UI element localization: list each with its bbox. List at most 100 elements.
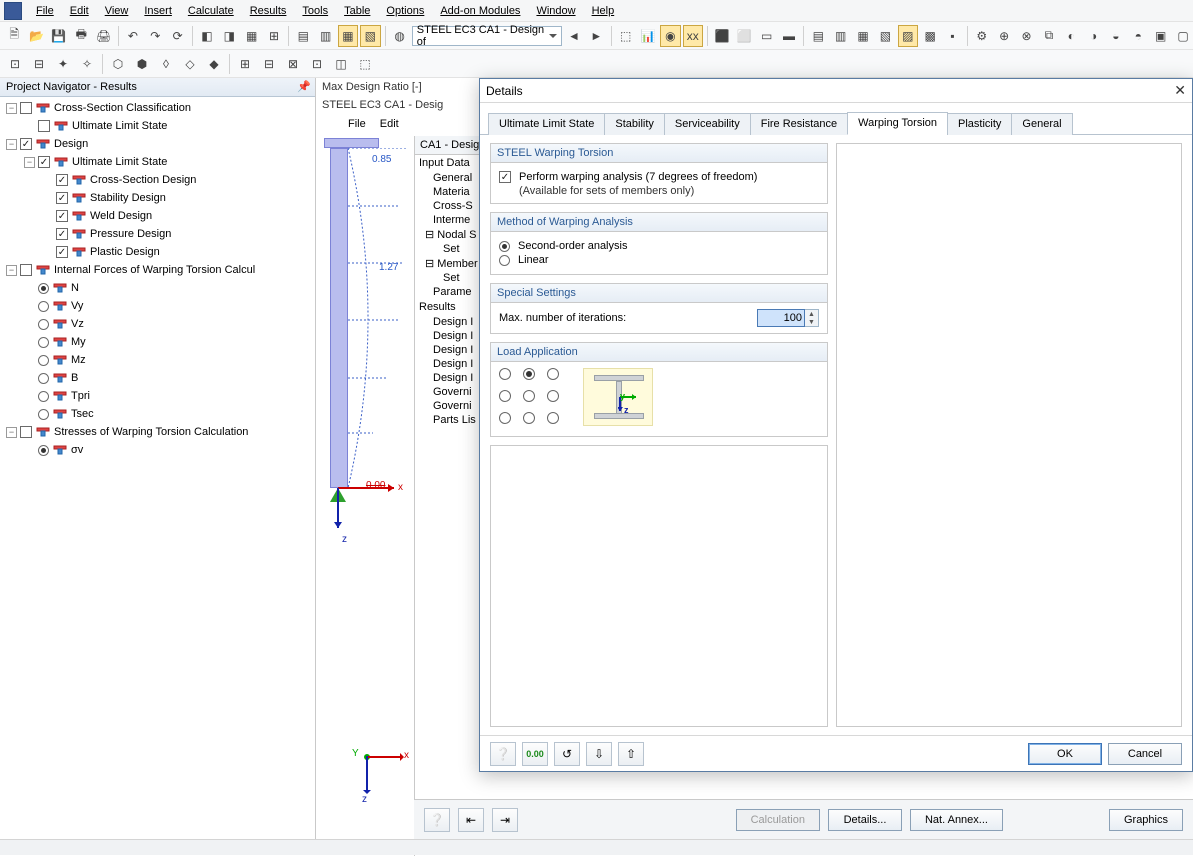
tree-row[interactable]: N — [2, 279, 315, 297]
checkbox-icon[interactable] — [20, 138, 32, 150]
tb-icon[interactable]: ▥ — [315, 25, 335, 47]
menu-addon[interactable]: Add-on Modules — [432, 3, 528, 19]
tb-icon[interactable]: ▢ — [1173, 25, 1193, 47]
gmenu-edit[interactable]: Edit — [374, 116, 405, 132]
units-icon[interactable]: 0.00 — [522, 742, 548, 766]
tb-icon[interactable]: ◓ — [1128, 25, 1148, 47]
tb-icon[interactable]: ▣ — [1150, 25, 1170, 47]
tab-warping-torsion[interactable]: Warping Torsion — [847, 112, 948, 135]
tree-row[interactable]: Mz — [2, 351, 315, 369]
collapse-icon[interactable]: − — [6, 427, 17, 438]
tb-icon[interactable]: ✦ — [52, 53, 74, 75]
checkbox-icon[interactable] — [38, 120, 50, 132]
help-icon[interactable]: ❔ — [424, 808, 450, 832]
collapse-icon[interactable]: − — [24, 157, 35, 168]
load-position-radio[interactable] — [499, 412, 511, 424]
export-icon[interactable]: ⇧ — [618, 742, 644, 766]
load-position-radio[interactable] — [523, 390, 535, 402]
tb-icon[interactable]: ▨ — [898, 25, 918, 47]
tb-icon[interactable]: ⬜ — [734, 25, 754, 47]
tree-row[interactable]: σv — [2, 441, 315, 459]
tb-icon[interactable]: ⬛ — [712, 25, 732, 47]
close-icon[interactable]: ✕ — [1174, 82, 1186, 99]
checkbox-icon[interactable] — [56, 228, 68, 240]
tb-icon[interactable]: ▦ — [338, 25, 358, 47]
collapse-icon[interactable]: − — [6, 265, 17, 276]
tree-row[interactable]: Pressure Design — [2, 225, 315, 243]
tb-icon[interactable]: ⬚ — [615, 25, 635, 47]
tb-icon[interactable]: ▦ — [241, 25, 261, 47]
tab-serviceability[interactable]: Serviceability — [664, 113, 751, 135]
tb-icon[interactable]: ◆ — [203, 53, 225, 75]
tb-icon[interactable]: xx — [683, 25, 703, 47]
tb-saveall-icon[interactable]: 🖶 — [71, 25, 91, 47]
tb-redo-icon[interactable]: ↷ — [145, 25, 165, 47]
spinner-buttons[interactable]: ▲▼ — [805, 309, 819, 327]
load-position-radio[interactable] — [499, 368, 511, 380]
reset-icon[interactable]: ↺ — [554, 742, 580, 766]
tree-row[interactable]: Ultimate Limit State — [2, 117, 315, 135]
tb-icon[interactable]: ▧ — [875, 25, 895, 47]
checkbox-icon[interactable] — [20, 426, 32, 438]
tb-icon[interactable]: ▩ — [920, 25, 940, 47]
tb-icon[interactable]: ⊞ — [234, 53, 256, 75]
load-position-radio[interactable] — [523, 368, 535, 380]
menu-edit[interactable]: Edit — [62, 3, 97, 19]
nav-prev-icon[interactable]: ⇤ — [458, 808, 484, 832]
gmenu-file[interactable]: File — [342, 116, 372, 132]
tb-icon[interactable]: ◉ — [660, 25, 680, 47]
load-position-radio[interactable] — [547, 368, 559, 380]
menu-options[interactable]: Options — [378, 3, 432, 19]
radio-icon[interactable] — [38, 337, 49, 348]
tb-icon[interactable]: ▥ — [831, 25, 851, 47]
tb-icon[interactable]: ◑ — [1083, 25, 1103, 47]
tb-icon[interactable]: ⚙ — [972, 25, 992, 47]
tab-plasticity[interactable]: Plasticity — [947, 113, 1012, 135]
tb-icon[interactable]: ▬ — [779, 25, 799, 47]
tb-refresh-icon[interactable]: ⟳ — [167, 25, 187, 47]
ok-button[interactable]: OK — [1028, 743, 1102, 765]
iterations-input[interactable] — [757, 309, 805, 327]
import-icon[interactable]: ⇩ — [586, 742, 612, 766]
tb-icon[interactable]: ◨ — [219, 25, 239, 47]
tb-icon[interactable]: ▤ — [808, 25, 828, 47]
checkbox-icon[interactable] — [56, 192, 68, 204]
tb-icon[interactable]: ✧ — [76, 53, 98, 75]
menu-file[interactable]: File — [28, 3, 62, 19]
tree-row[interactable]: Plastic Design — [2, 243, 315, 261]
tb-icon[interactable]: ◊ — [155, 53, 177, 75]
radio-linear[interactable]: Linear — [499, 254, 819, 266]
radio-icon[interactable] — [38, 391, 49, 402]
collapse-icon[interactable]: − — [6, 139, 17, 150]
cancel-button[interactable]: Cancel — [1108, 743, 1182, 765]
tb-icon[interactable]: ◇ — [179, 53, 201, 75]
tree-row[interactable]: −Internal Forces of Warping Torsion Calc… — [2, 261, 315, 279]
checkbox-icon[interactable] — [56, 246, 68, 258]
tb-icon[interactable]: ⧉ — [1039, 25, 1059, 47]
menu-view[interactable]: View — [97, 3, 137, 19]
iterations-spinner[interactable]: ▲▼ — [757, 309, 819, 327]
tree-row[interactable]: Vy — [2, 297, 315, 315]
tree-row[interactable]: Cross-Section Design — [2, 171, 315, 189]
nav-next-icon[interactable]: ⇥ — [492, 808, 518, 832]
tb-icon[interactable]: ▧ — [360, 25, 380, 47]
tb-icon[interactable]: ⊗ — [1016, 25, 1036, 47]
tb-icon[interactable]: ⊟ — [28, 53, 50, 75]
tb-icon[interactable]: ◒ — [1106, 25, 1126, 47]
tb-prev-icon[interactable]: ◄ — [564, 25, 584, 47]
tree-row[interactable]: −Stresses of Warping Torsion Calculation — [2, 423, 315, 441]
tb-print-icon[interactable]: 🖨 — [93, 25, 113, 47]
menu-window[interactable]: Window — [528, 3, 583, 19]
tb-icon[interactable]: ⬡ — [107, 53, 129, 75]
tb-icon[interactable]: ◫ — [330, 53, 352, 75]
tb-icon[interactable]: ⊟ — [258, 53, 280, 75]
tree-row[interactable]: My — [2, 333, 315, 351]
nat-annex-button[interactable]: Nat. Annex... — [910, 809, 1003, 831]
tb-icon[interactable]: ⊞ — [264, 25, 284, 47]
results-tree[interactable]: −Cross-Section ClassificationUltimate Li… — [0, 97, 315, 855]
tab-stability[interactable]: Stability — [604, 113, 665, 135]
tb-save-icon[interactable]: 💾 — [49, 25, 69, 47]
tb-icon[interactable]: 📊 — [638, 25, 658, 47]
tb-icon[interactable]: ▪ — [942, 25, 962, 47]
tb-icon[interactable]: ⊡ — [306, 53, 328, 75]
